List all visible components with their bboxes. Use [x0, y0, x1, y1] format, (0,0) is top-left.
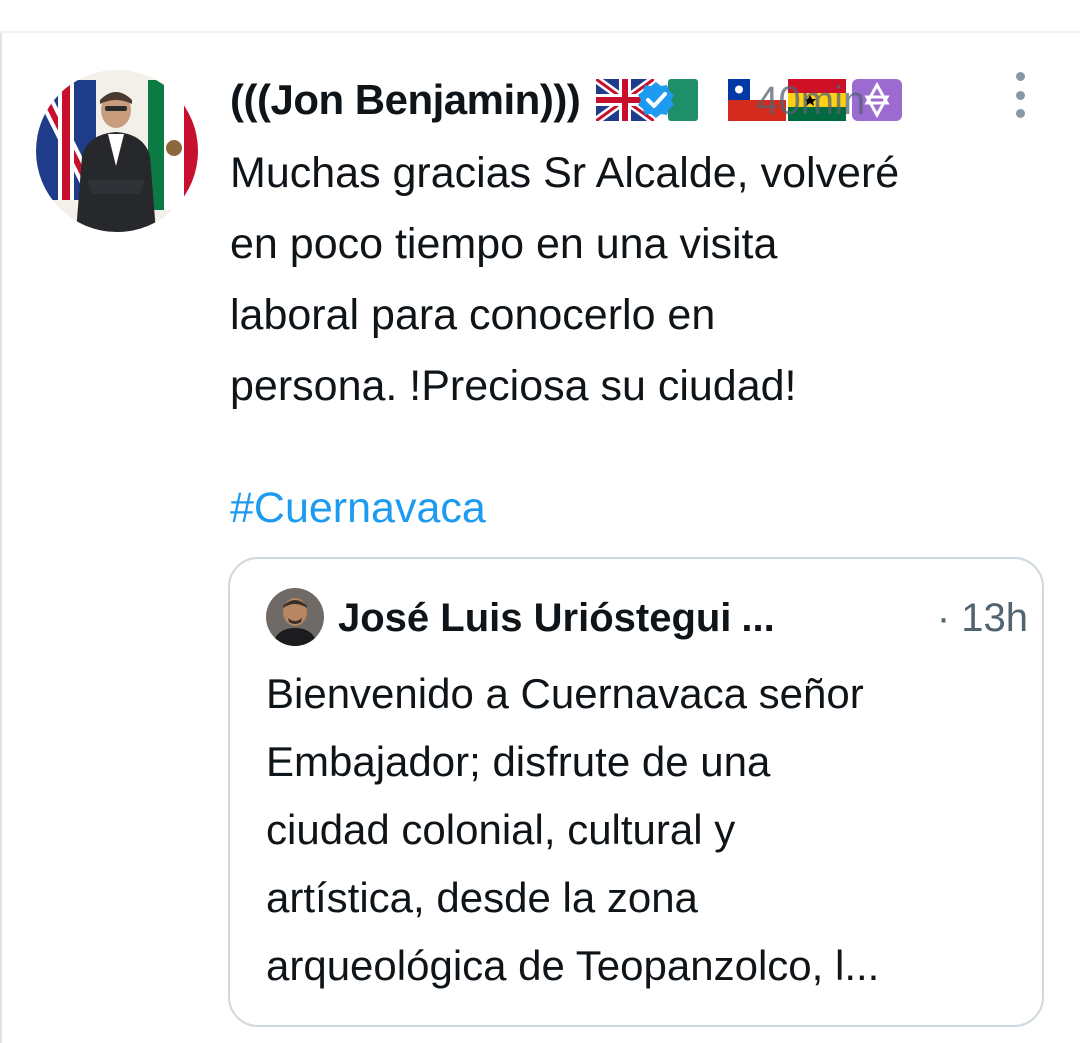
hashtag-link[interactable]: #Cuernavaca: [230, 476, 486, 540]
verified-badge-icon[interactable]: [636, 80, 676, 120]
tweet-timestamp[interactable]: 40min: [756, 79, 865, 124]
more-options-icon[interactable]: [1008, 72, 1032, 118]
green-flag-icon: [668, 79, 726, 121]
quoted-tweet-timestamp[interactable]: · 13h: [937, 596, 1028, 641]
quoted-tweet-text: Bienvenido a Cuernavaca señor Embajador;…: [266, 670, 880, 989]
author-display-name[interactable]: (((Jon Benjamin))): [230, 76, 581, 124]
quoted-author-name[interactable]: José Luis Urióstegui: [338, 596, 731, 641]
tweet-header: (((Jon Benjamin))) 40min: [230, 70, 908, 130]
author-avatar[interactable]: [36, 70, 198, 232]
tweet-screen: (((Jon Benjamin))) 40min Muchas gracias …: [0, 0, 1080, 1043]
quoted-tweet-header: José Luis Urióstegui ... · 13h: [338, 590, 1028, 646]
left-border: [0, 33, 2, 1043]
quoted-author-avatar[interactable]: [266, 588, 324, 646]
top-divider: [0, 31, 1080, 33]
name-badges: 40min: [596, 79, 908, 124]
quoted-name-ellipsis: ...: [741, 595, 775, 640]
tweet-text: Muchas gracias Sr Alcalde, volveré en po…: [230, 149, 900, 410]
